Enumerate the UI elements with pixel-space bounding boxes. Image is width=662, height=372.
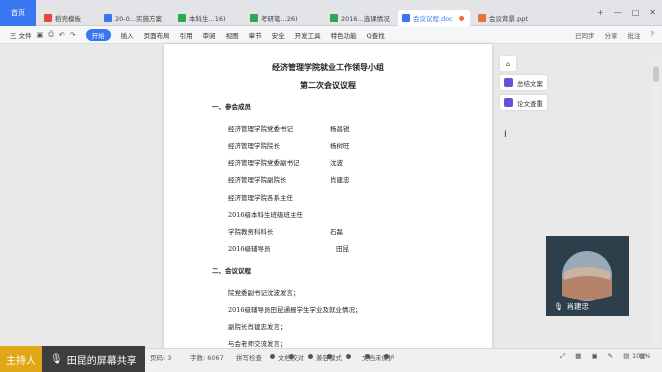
tab-label: 会议背景.ppt (489, 15, 528, 23)
menu-review[interactable]: 审阅 (203, 30, 216, 40)
maximize-button[interactable]: □ (632, 8, 640, 17)
member-role: 2016级辅导员 (228, 245, 271, 253)
save-icon[interactable]: ▣ (37, 31, 44, 39)
member-name: 肖建忠 (330, 176, 350, 184)
screen-share-label: 🎙 田昆的屏幕共享 (42, 346, 145, 372)
share-button[interactable]: 分享 (605, 30, 618, 40)
redo-icon[interactable]: ↷ (70, 31, 76, 39)
tab-bar: 首页 稻壳模板 20-0...实施方案 本科生...16) 考研笔...26) … (0, 0, 662, 26)
tab-label: 考研笔...26) (261, 15, 298, 23)
tab-label: 首页 (11, 9, 25, 17)
tab-label: 2016...选课情况 (341, 15, 390, 23)
scroll-thumb[interactable] (653, 66, 659, 82)
close-button[interactable]: ✕ (649, 8, 656, 17)
annotate-button[interactable]: 批注 (628, 30, 641, 40)
menu-insert[interactable]: 插入 (121, 30, 134, 40)
docer-icon (44, 14, 52, 22)
file-menu[interactable]: 三 文件 (10, 30, 32, 40)
doc-subtitle: 第二次会议议程 (300, 80, 356, 90)
host-banner: 主持人 🎙 田昆的屏幕共享 (0, 346, 145, 372)
section-heading: 二、会议议程 (212, 267, 251, 275)
minimize-button[interactable]: — (614, 8, 622, 17)
agenda-item: 与会老师交流发言； (228, 340, 287, 348)
excel-icon (330, 14, 338, 22)
plagiarism-tool-button[interactable]: 论文查重 (500, 95, 547, 110)
excel-icon (250, 14, 258, 22)
text-cursor-icon: I (504, 130, 507, 140)
section-heading: 一、参会成员 (212, 103, 251, 111)
menu-layout[interactable]: 页面布局 (144, 30, 170, 40)
member-role: 2016级本科生班级班主任 (228, 211, 304, 219)
member-name: 田昆 (336, 245, 349, 253)
ribbon-toolbar: 三 文件 ▣ ⎙ ↶ ↷ 开始 插入 页面布局 引用 审阅 视图 章节 安全 开… (0, 26, 662, 44)
participant-video[interactable]: 🎙 肖建忠 (546, 236, 629, 316)
zoom-level[interactable]: 100% (632, 352, 651, 360)
word-icon (104, 14, 112, 22)
print-icon[interactable]: ⎙ (48, 30, 54, 39)
help-icon[interactable]: ? (651, 30, 654, 40)
member-name: 杨树旺 (330, 142, 350, 150)
member-role: 经济管理学院副院长 (228, 176, 287, 184)
vertical-scrollbar[interactable] (652, 60, 660, 350)
home-tool-icon[interactable]: ⌂ (500, 56, 516, 71)
member-role: 学院教务科科长 (228, 228, 274, 236)
tab-start[interactable]: 开始 (85, 28, 111, 41)
member-role: 经济管理学院各系主任 (228, 194, 293, 202)
ppt-icon (478, 14, 486, 22)
agenda-item: 2016级辅导员田昆通报学生学业及就业情况； (228, 306, 362, 314)
member-role: 经济管理学院院长 (228, 142, 280, 150)
tab-sheet-exam[interactable]: 考研笔...26) (246, 10, 322, 26)
sync-status[interactable]: 已同步 (575, 30, 595, 40)
share-dots (270, 354, 389, 359)
tab-doc-plan[interactable]: 20-0...实施方案 (100, 10, 172, 26)
undo-icon[interactable]: ↶ (59, 31, 65, 39)
member-role: 经济管理学院党委副书记 (228, 159, 300, 167)
spell-check[interactable]: 拼写检查 (236, 352, 262, 362)
word-icon (402, 14, 410, 22)
member-role: 经济管理学院党委书记 (228, 125, 293, 133)
menu-devtools[interactable]: 开发工具 (295, 30, 321, 40)
participant-name: 🎙 肖建忠 (554, 302, 590, 311)
summary-icon (504, 78, 513, 87)
tab-label: 本科生...16) (189, 15, 226, 23)
tab-label: 20-0...实施方案 (115, 15, 162, 23)
agenda-item: 院党委副书记沈波发言； (228, 289, 300, 297)
excel-icon (178, 14, 186, 22)
menu-reference[interactable]: 引用 (180, 30, 193, 40)
host-label: 主持人 (0, 346, 42, 372)
menu-security[interactable]: 安全 (272, 30, 285, 40)
document-page[interactable]: 经济管理学院就业工作领导小组 第二次会议议程 一、参会成员 经济管理学院党委书记… (164, 44, 492, 372)
agenda-item: 副院长肖建忠发言； (228, 323, 287, 331)
tab-sheet-courses[interactable]: 2016...选课情况 (326, 10, 398, 26)
unsaved-dot-icon: ● (458, 14, 465, 22)
tab-sheet-undergrad[interactable]: 本科生...16) (174, 10, 244, 26)
member-name: 杨昌锐 (330, 125, 350, 133)
tab-home[interactable]: 首页 (0, 0, 36, 26)
tab-label: 稻壳模板 (55, 15, 81, 23)
tab-label: 会议议程.doc (413, 15, 453, 23)
microphone-icon: 🎙 (50, 353, 63, 365)
window-controls: + — □ ✕ (597, 8, 656, 17)
summary-tool-button[interactable]: 总结文案 (500, 75, 547, 90)
plagiarism-icon (504, 98, 513, 107)
member-name: 石磊 (330, 228, 343, 236)
tab-docer[interactable]: 稻壳模板 (40, 10, 98, 26)
doc-title: 经济管理学院就业工作领导小组 (272, 62, 384, 72)
menu-features[interactable]: 特色功能 (331, 30, 357, 40)
search-button[interactable]: Q查找 (367, 30, 385, 40)
tab-meeting-agenda[interactable]: 会议议程.doc ● (398, 10, 470, 26)
tab-meeting-ppt[interactable]: 会议背景.ppt (474, 10, 544, 26)
member-name: 沈波 (330, 159, 343, 167)
page-number: 页码: 3 (150, 354, 172, 362)
word-count[interactable]: 字数: 6067 (190, 352, 224, 362)
menu-chapter[interactable]: 章节 (249, 30, 262, 40)
microphone-icon: 🎙 (554, 302, 564, 311)
add-tab-button[interactable]: + (597, 8, 604, 17)
menu-view[interactable]: 视图 (226, 30, 239, 40)
